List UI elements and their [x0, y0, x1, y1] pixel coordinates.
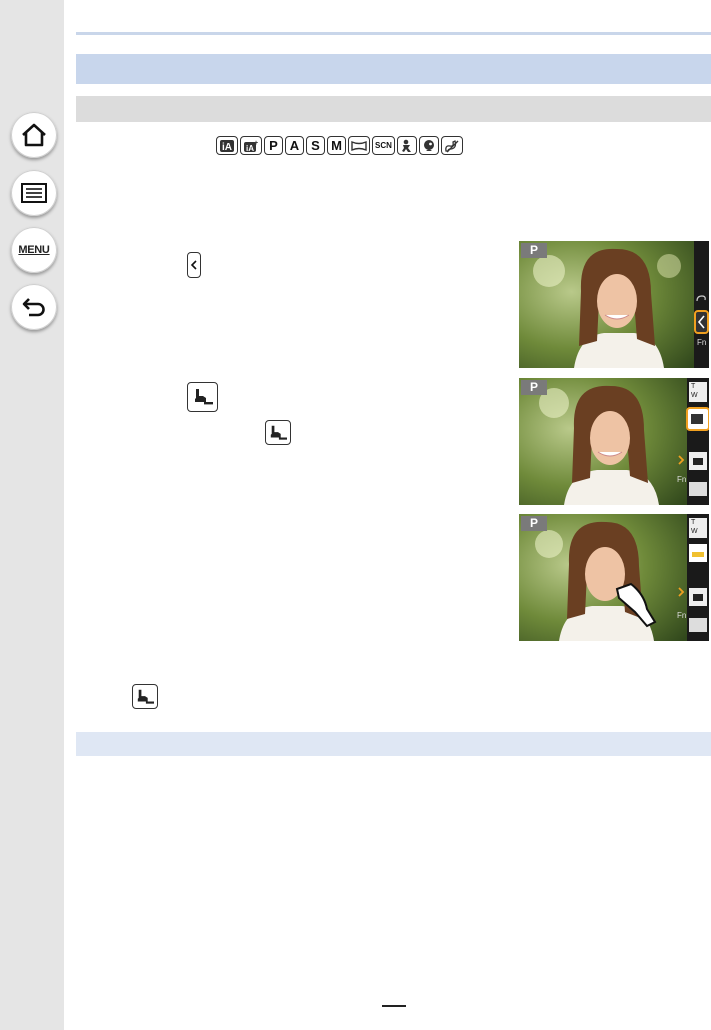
back-arrow-icon	[22, 298, 45, 317]
fn-label: Fn	[697, 338, 707, 347]
touch-shutter-icon	[187, 382, 218, 412]
zoom-w-label: W	[691, 392, 698, 399]
camera-screen-image: P T W Fn	[519, 378, 709, 505]
svg-text:iA: iA	[222, 142, 232, 153]
home-icon	[22, 123, 46, 147]
section-title-bar	[76, 54, 711, 84]
fn-label: Fn	[677, 475, 687, 484]
notes-bar	[76, 732, 711, 756]
manual-exposure-mode-icon: M	[327, 136, 346, 155]
aperture-priority-mode-icon: A	[285, 136, 304, 155]
camera-screen-image: P Fn	[519, 241, 709, 368]
zoom-w-label: W	[691, 528, 698, 535]
touch-shutter-icon	[265, 420, 291, 445]
tab-open-icon	[187, 252, 201, 278]
child-mode-icon	[396, 136, 417, 155]
menu-button[interactable]: MENU	[11, 227, 57, 273]
portrait-mode-icon	[418, 136, 439, 155]
applicable-modes-bar	[76, 96, 711, 122]
scene-guide-mode-icon: SCN	[372, 136, 395, 155]
menu-label: MENU	[18, 244, 50, 256]
svg-text:+: +	[254, 140, 258, 147]
intelligent-auto-mode-icon: iA	[216, 136, 238, 155]
contents-button[interactable]	[11, 170, 57, 216]
mode-badge: P	[521, 380, 547, 395]
zoom-t-label: T	[691, 519, 696, 526]
camera-screen-image: P T W Fn	[519, 514, 709, 641]
panorama-mode-icon	[348, 136, 370, 155]
header-rule	[76, 32, 711, 35]
navigation-sidebar: MENU	[0, 0, 64, 1030]
applicable-modes: iA iA + P A S M SCN	[216, 136, 463, 155]
page-number-underline	[382, 1005, 406, 1007]
touch-shutter-icon	[132, 684, 158, 709]
list-icon	[21, 183, 47, 203]
mode-badge: P	[521, 516, 547, 531]
creative-control-mode-icon	[440, 136, 463, 155]
intelligent-auto-plus-mode-icon: iA +	[240, 136, 262, 155]
back-button[interactable]	[11, 284, 57, 330]
mode-badge: P	[521, 243, 547, 258]
shutter-priority-mode-icon: S	[306, 136, 325, 155]
home-button[interactable]	[11, 112, 57, 158]
program-ae-mode-icon: P	[264, 136, 283, 155]
fn-label: Fn	[677, 611, 687, 620]
zoom-t-label: T	[691, 383, 696, 390]
